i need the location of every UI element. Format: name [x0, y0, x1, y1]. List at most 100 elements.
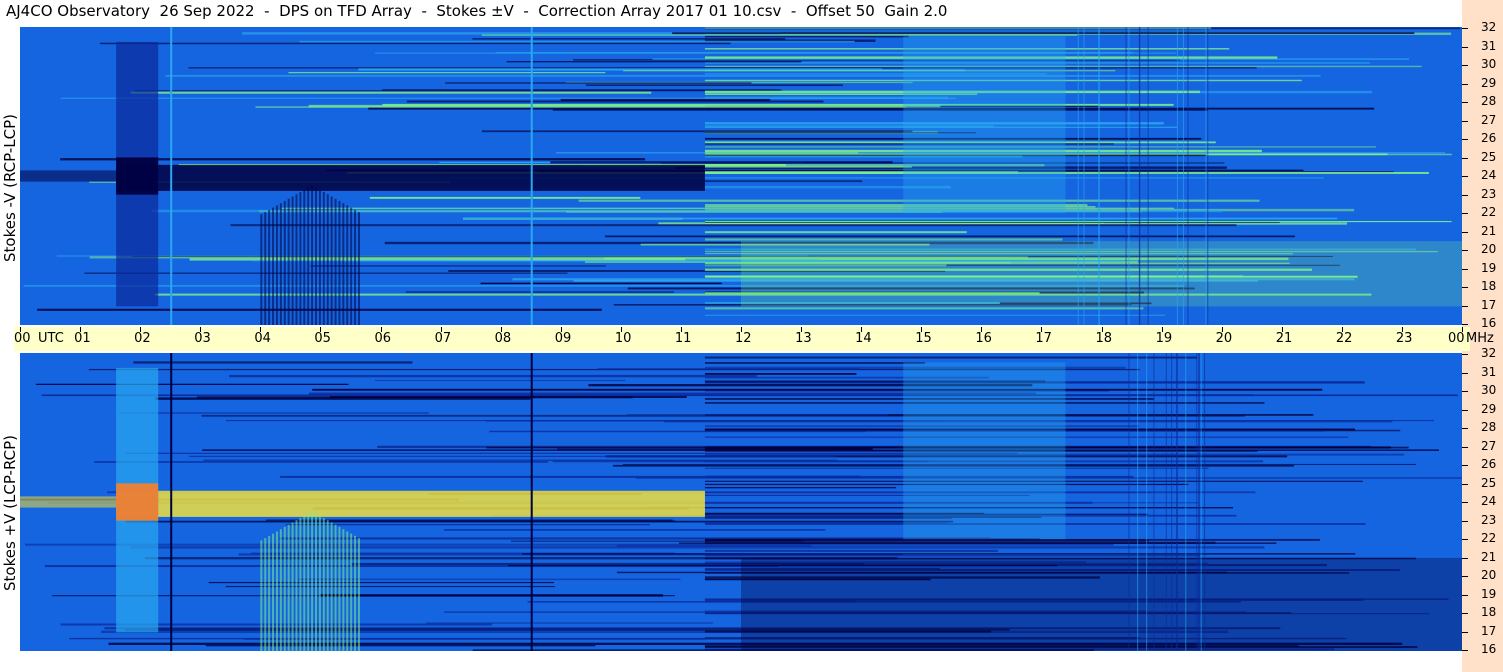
frequency-tick-mark — [1462, 539, 1468, 540]
arc-emission — [272, 207, 275, 325]
burst-peak — [116, 483, 159, 521]
frequency-tick-mark — [1462, 372, 1468, 374]
time-tick-mark — [1041, 327, 1043, 332]
arc-emission — [350, 207, 353, 325]
rfi-line — [704, 554, 1201, 557]
arc-emission — [268, 209, 271, 325]
vertical-streak — [1207, 27, 1209, 325]
arc-emission — [357, 538, 360, 651]
rfi-line — [100, 42, 731, 45]
jupiter-band — [116, 164, 705, 191]
arc-emission — [283, 526, 286, 651]
vertical-spike — [530, 27, 533, 325]
time-tick-mark — [20, 327, 21, 332]
time-tick-mark — [680, 327, 682, 332]
time-tick-label: 16 — [975, 331, 992, 346]
frequency-tick-label: 27 — [1481, 438, 1497, 453]
frequency-tick-mark — [1462, 250, 1468, 251]
rfi-line — [130, 91, 652, 94]
rfi-line — [480, 282, 722, 285]
rfi-line — [704, 27, 1212, 29]
frequency-tick-label: 26 — [1481, 457, 1497, 471]
vertical-streak — [1185, 353, 1187, 651]
vertical-streak — [1165, 353, 1167, 651]
frequency-tick-mark — [1462, 520, 1468, 522]
rfi-line — [704, 314, 1166, 316]
frequency-tick-label: 24 — [1481, 168, 1497, 182]
time-tick-mark — [981, 327, 983, 332]
arc-emission — [303, 189, 306, 325]
frequency-tick-label: 25 — [1481, 149, 1497, 164]
rfi-line — [482, 130, 913, 133]
rfi-line — [445, 82, 752, 84]
rfi-line — [472, 38, 786, 40]
arc-emission — [346, 531, 349, 651]
arc-emission — [299, 518, 302, 651]
vertical-streak — [1171, 353, 1173, 651]
rfi-line — [704, 166, 912, 168]
noise-region — [741, 241, 1462, 307]
frequency-tick-mark — [1462, 120, 1468, 122]
arc-emission — [330, 522, 333, 651]
rfi-line — [155, 397, 531, 400]
rfi-line — [560, 98, 771, 101]
time-tick-mark — [741, 327, 742, 332]
vertical-streak — [1187, 27, 1189, 325]
rfi-line — [405, 291, 674, 293]
arc-emission — [342, 203, 345, 325]
vertical-streak — [1176, 353, 1178, 651]
rfi-line — [205, 645, 596, 647]
frequency-tick-label: 30 — [1481, 57, 1497, 71]
time-tick-label: 11 — [674, 331, 692, 346]
frequency-tick-mark — [1462, 613, 1468, 614]
arc-emission — [311, 185, 314, 325]
frequency-tick-mark — [1462, 102, 1468, 103]
rfi-line — [522, 553, 1356, 555]
frequency-tick-mark — [1462, 194, 1468, 196]
rfi-line — [704, 373, 857, 375]
frequency-tick-label: 19 — [1481, 260, 1497, 275]
arc-emission — [272, 533, 275, 651]
arc-emission — [303, 515, 306, 651]
arc-emission — [295, 194, 298, 325]
time-tick-mark — [320, 327, 322, 332]
rfi-line — [189, 455, 837, 458]
vertical-spike — [170, 27, 173, 325]
arc-emission — [291, 196, 294, 325]
arc-emission — [264, 212, 267, 325]
vertical-streak — [1128, 353, 1130, 651]
arc-emission — [318, 189, 321, 325]
time-tick-label: 07 — [434, 331, 452, 346]
arc-emission — [354, 535, 357, 651]
frequency-tick-label: 32 — [1481, 346, 1497, 360]
arc-emission — [354, 209, 357, 325]
frequency-tick-mark — [1462, 65, 1468, 66]
rfi-line — [672, 32, 1415, 35]
frequency-tick-mark — [1462, 28, 1468, 29]
rfi-line — [557, 448, 872, 451]
frequency-tick-label: 18 — [1481, 605, 1497, 619]
frequency-tick-label: 26 — [1481, 131, 1497, 145]
frequency-tick-mark — [1462, 176, 1468, 177]
time-tick-mark — [1401, 327, 1403, 332]
frequency-tick-mark — [1462, 305, 1468, 307]
frequency-tick-label: 30 — [1481, 383, 1497, 397]
time-tick-mark — [1161, 327, 1163, 332]
time-tick-mark — [200, 327, 202, 332]
rfi-line — [704, 180, 863, 182]
rfi-line — [485, 420, 945, 422]
rfi-line — [604, 235, 1295, 238]
noise-region — [903, 36, 1066, 214]
time-tick-mark — [1221, 327, 1223, 332]
vertical-streak — [1128, 27, 1130, 325]
rfi-line — [299, 40, 855, 43]
time-tick-label: 01 — [74, 331, 91, 346]
arc-emission — [264, 538, 267, 651]
vertical-spike — [170, 353, 173, 651]
time-tick-label: UTC — [38, 331, 64, 346]
rfi-line — [230, 224, 1237, 227]
frequency-tick-label: 21 — [1481, 549, 1497, 564]
arc-emission — [311, 511, 314, 651]
rfi-line — [133, 361, 413, 364]
frequency-tick-label: 25 — [1481, 475, 1497, 490]
